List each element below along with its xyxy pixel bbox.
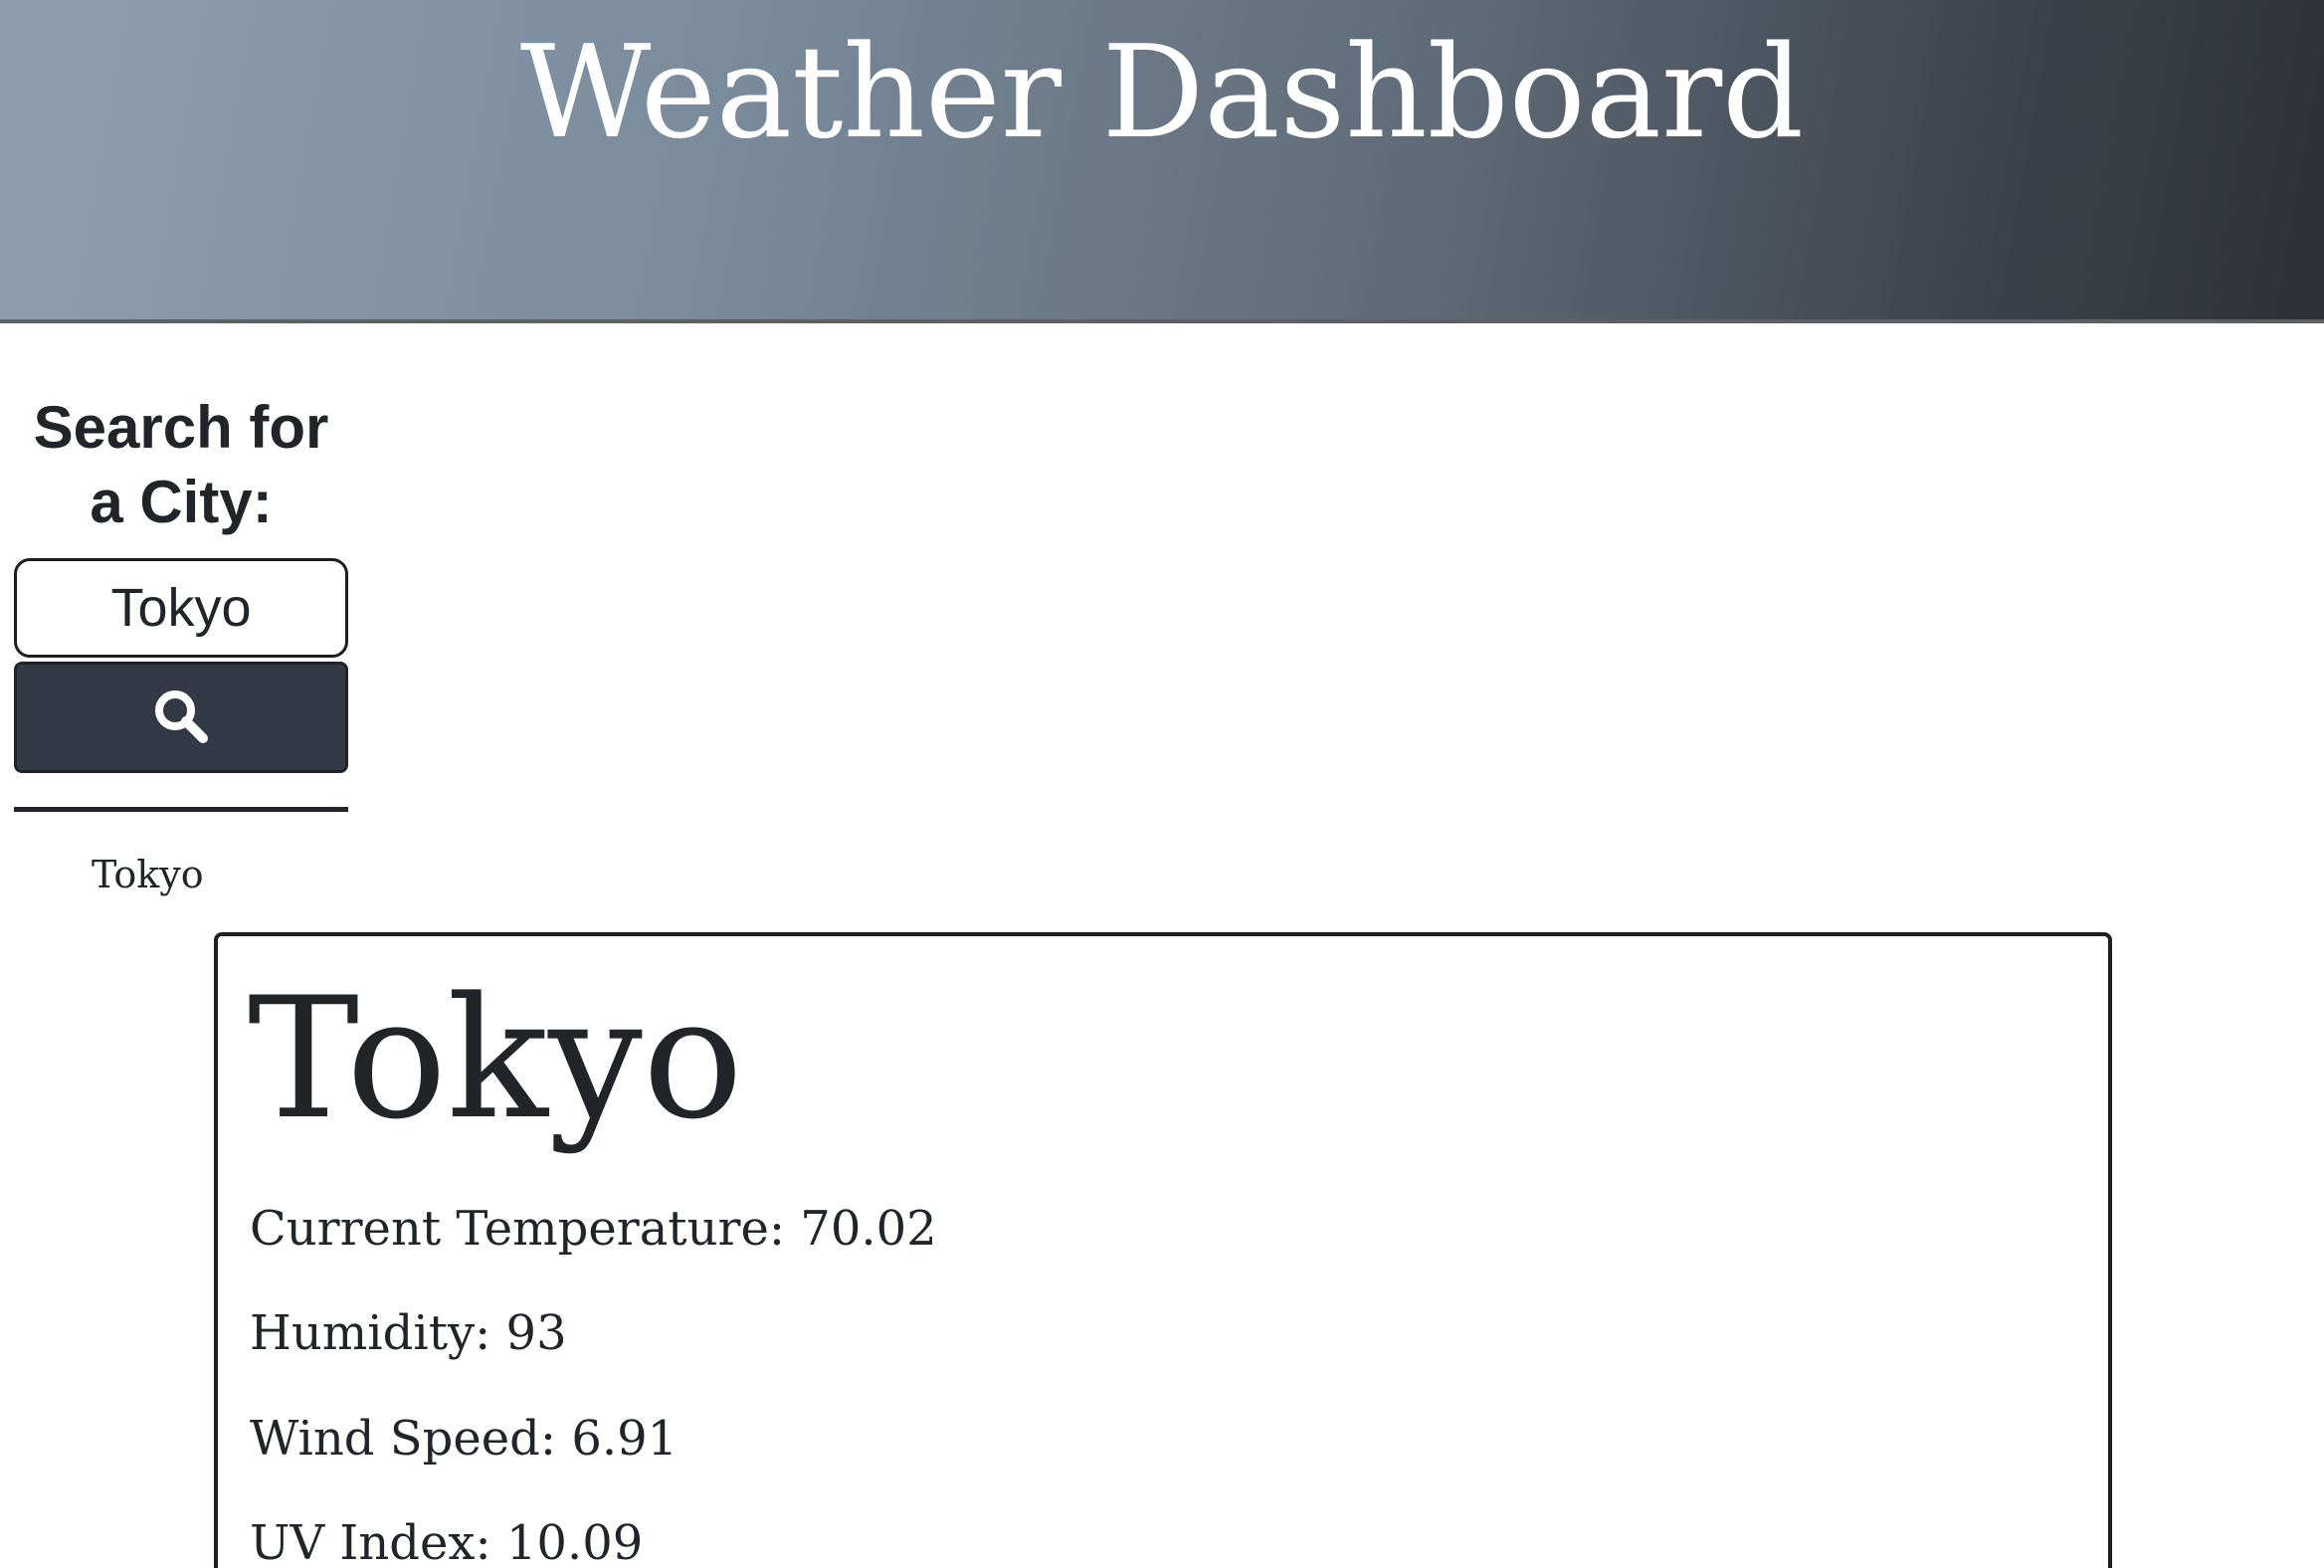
search-button[interactable]: [14, 662, 348, 773]
search-icon: [149, 685, 213, 751]
city-name: Tokyo: [248, 961, 744, 1156]
sidebar-divider: [14, 807, 348, 812]
uv-index: UV Index: 10.09: [250, 1515, 644, 1568]
search-heading: Search for a City:: [33, 394, 329, 535]
current-temperature: Current Temperature: 70.02: [250, 1201, 937, 1257]
current-weather-card: Tokyo Current Temperature: 70.02 Humidit…: [214, 932, 2112, 1568]
page-title: Weather Dashboard: [519, 19, 1805, 167]
page-header: Weather Dashboard: [0, 0, 2324, 323]
search-sidebar: Search for a City: Tokyo: [14, 390, 348, 899]
humidity: Humidity: 93: [250, 1305, 567, 1361]
search-input[interactable]: [14, 558, 348, 658]
wind-speed: Wind Speed: 6.91: [250, 1411, 678, 1467]
history-item-tokyo[interactable]: Tokyo: [92, 850, 348, 899]
